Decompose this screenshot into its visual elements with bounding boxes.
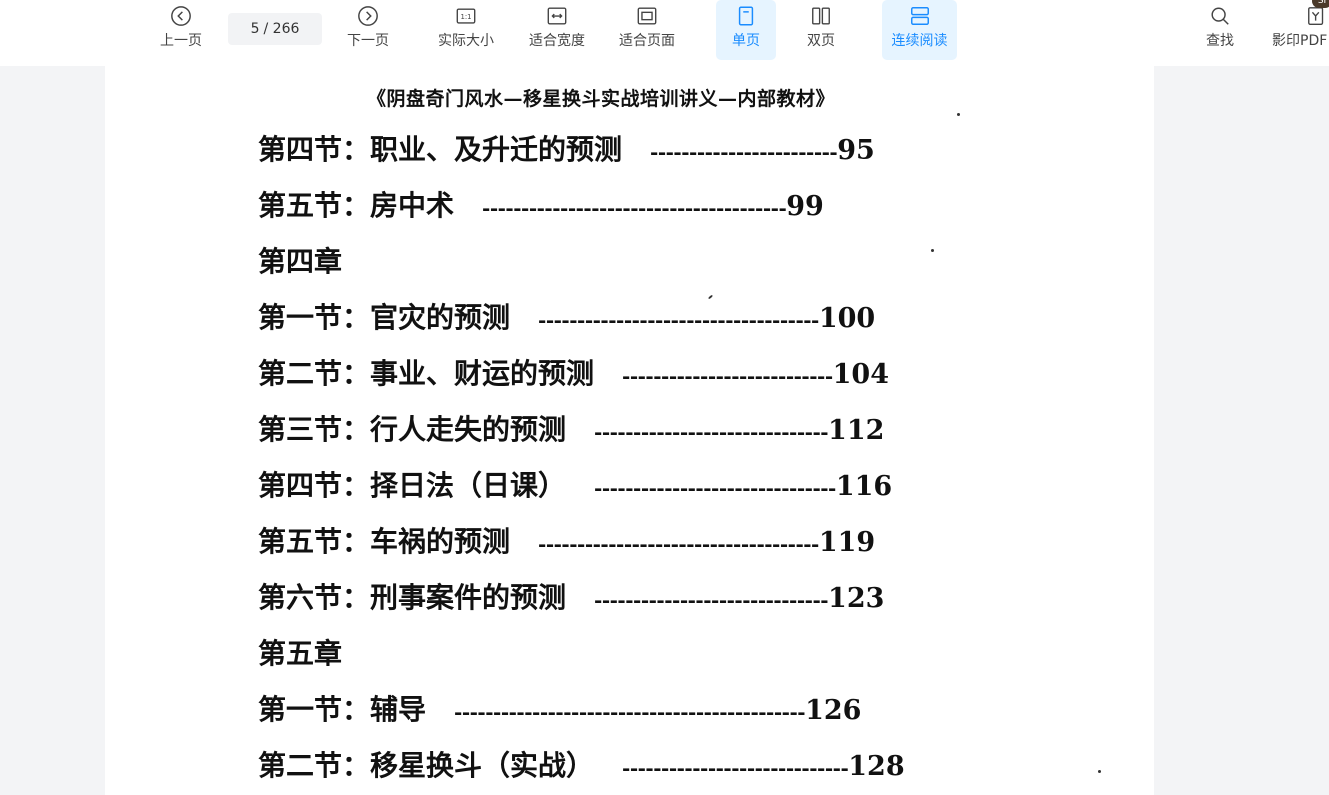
toc-entry-leader: --------------------------- <box>622 364 833 388</box>
toc-entry-leader: ----------------------------- <box>622 756 849 780</box>
print-pdf-label: 影印PDF <box>1272 33 1328 49</box>
toc-entry-page: 95 <box>837 135 875 166</box>
toc-entry-page: 119 <box>818 527 876 558</box>
actual-size-label: 实际大小 <box>438 33 494 49</box>
scan-speck <box>1098 770 1101 773</box>
notification-badge: SI <box>1312 0 1329 8</box>
double-page-icon <box>812 7 830 25</box>
chevron-right-circle-icon <box>358 6 378 26</box>
next-page-label: 下一页 <box>347 33 389 49</box>
fit-width-icon <box>547 7 567 25</box>
single-page-icon <box>738 6 754 26</box>
actual-size-icon: 1:1 <box>456 8 476 24</box>
toc-entry-leader: ------------------------------ <box>594 588 829 612</box>
scan-speck <box>931 249 934 252</box>
search-button[interactable]: 查找 <box>1196 0 1244 60</box>
document-page: 《阴盘奇门风水—移星换斗实战培训讲义—内部教材》 第四节：职业、及升迁的预测 -… <box>105 66 1154 795</box>
toc-entry: 第一节：辅导 ---------------------------------… <box>258 688 861 728</box>
toc-chapter-title: 第五章 <box>258 637 343 670</box>
toc-entry-title: 第二节：移星换斗（实战） <box>258 749 595 782</box>
toc-entry: 第一节：官灾的预测 ------------------------------… <box>258 296 875 336</box>
search-label: 查找 <box>1206 33 1234 49</box>
svg-text:1:1: 1:1 <box>460 13 471 21</box>
toc-entry: 第四节：择日法（日课） ----------------------------… <box>258 464 892 504</box>
toc-entry-page: 116 <box>835 471 893 502</box>
toc-entry: 第六节：刑事案件的预测 ----------------------------… <box>258 576 884 616</box>
toc-entry-leader: ------------------------ <box>650 140 838 164</box>
toc-entry-page: 100 <box>818 303 876 334</box>
toc-entry-title: 第二节：事业、财运的预测 <box>258 357 595 390</box>
toc-entry-title: 第一节：辅导 <box>258 693 427 726</box>
print-pdf-button[interactable]: 影印PDF <box>1270 0 1329 60</box>
toc-entry-title: 第六节：刑事案件的预测 <box>258 581 567 614</box>
continuous-read-icon <box>910 7 929 25</box>
toc-entry-title: 第三节：行人走失的预测 <box>258 413 567 446</box>
toc-entry-title: 第四节：择日法（日课） <box>258 469 567 502</box>
toc-entry-leader: ------------------------------------ <box>538 532 819 556</box>
toc-entry-title: 第五节：车祸的预测 <box>258 525 511 558</box>
toc-chapter: 第四章 <box>258 240 342 280</box>
toc-entry-leader: ------------------------------------ <box>538 308 819 332</box>
continuous-read-button[interactable]: 连续阅读 <box>882 0 957 60</box>
total-pages: / 266 <box>263 21 300 37</box>
toc-entry: 第二节：移星换斗（实战） ---------------------------… <box>258 744 905 784</box>
chevron-left-circle-icon <box>171 6 191 26</box>
toc-entry-leader: ------------------------------ <box>594 420 829 444</box>
scan-speck <box>957 113 960 116</box>
single-page-label: 单页 <box>732 33 760 49</box>
toc-entry-title: 第四节：职业、及升迁的预测 <box>258 133 623 166</box>
toc-entry: 第五节：房中术 --------------------------------… <box>258 184 824 224</box>
prev-page-button[interactable]: 上一页 <box>150 0 212 60</box>
toc-entry: 第三节：行人走失的预测 ----------------------------… <box>258 408 884 448</box>
prev-page-label: 上一页 <box>160 33 202 49</box>
toc-entry: 第二节：事业、财运的预测 ---------------------------… <box>258 352 889 392</box>
fit-width-button[interactable]: 适合宽度 <box>520 0 594 60</box>
next-page-button[interactable]: 下一页 <box>337 0 399 60</box>
fit-width-label: 适合宽度 <box>529 33 585 49</box>
actual-size-button[interactable]: 1:1 实际大小 <box>430 0 502 60</box>
continuous-read-label: 连续阅读 <box>891 33 948 49</box>
fit-page-label: 适合页面 <box>619 33 675 49</box>
toc-entry-page: 126 <box>805 695 862 726</box>
toc-entry-leader: ------------------------------- <box>594 476 836 500</box>
double-page-button[interactable]: 双页 <box>792 0 850 60</box>
toc-entry-page: 112 <box>828 415 885 446</box>
double-page-label: 双页 <box>807 33 835 49</box>
current-page-value: 5 <box>250 21 260 37</box>
toolbar: 上一页 5 / 266 下一页 1:1 实际大小 适合宽度 适合页面 单页 双页… <box>0 0 1329 66</box>
toc-entry: 第四节：职业、及升迁的预测 ------------------------ 9… <box>258 128 875 168</box>
toc-chapter: 第五章 <box>258 632 342 672</box>
toc-chapter-title: 第四章 <box>258 245 343 278</box>
toc-entry-page: 128 <box>848 751 905 782</box>
toc-entry-leader: --------------------------------------- <box>482 196 787 220</box>
document-header: 《阴盘奇门风水—移星换斗实战培训讲义—内部教材》 <box>367 88 836 110</box>
toc-entry-page: 123 <box>828 583 885 614</box>
fit-page-icon <box>637 7 657 25</box>
toc-entry-leader: ----------------------------------------… <box>454 700 806 724</box>
print-pdf-icon <box>1308 7 1324 25</box>
toc-entry: 第五节：车祸的预测 ------------------------------… <box>258 520 875 560</box>
toc-entry-title: 第五节：房中术 <box>258 189 455 222</box>
single-page-button[interactable]: 单页 <box>716 0 776 60</box>
toc-entry-page: 99 <box>786 191 824 222</box>
fit-page-button[interactable]: 适合页面 <box>610 0 684 60</box>
toc-entry-page: 104 <box>832 359 890 390</box>
page-number-input[interactable]: 5 / 266 <box>228 13 322 45</box>
search-icon <box>1211 7 1229 25</box>
toc-entry-title: 第一节：官灾的预测 <box>258 301 511 334</box>
